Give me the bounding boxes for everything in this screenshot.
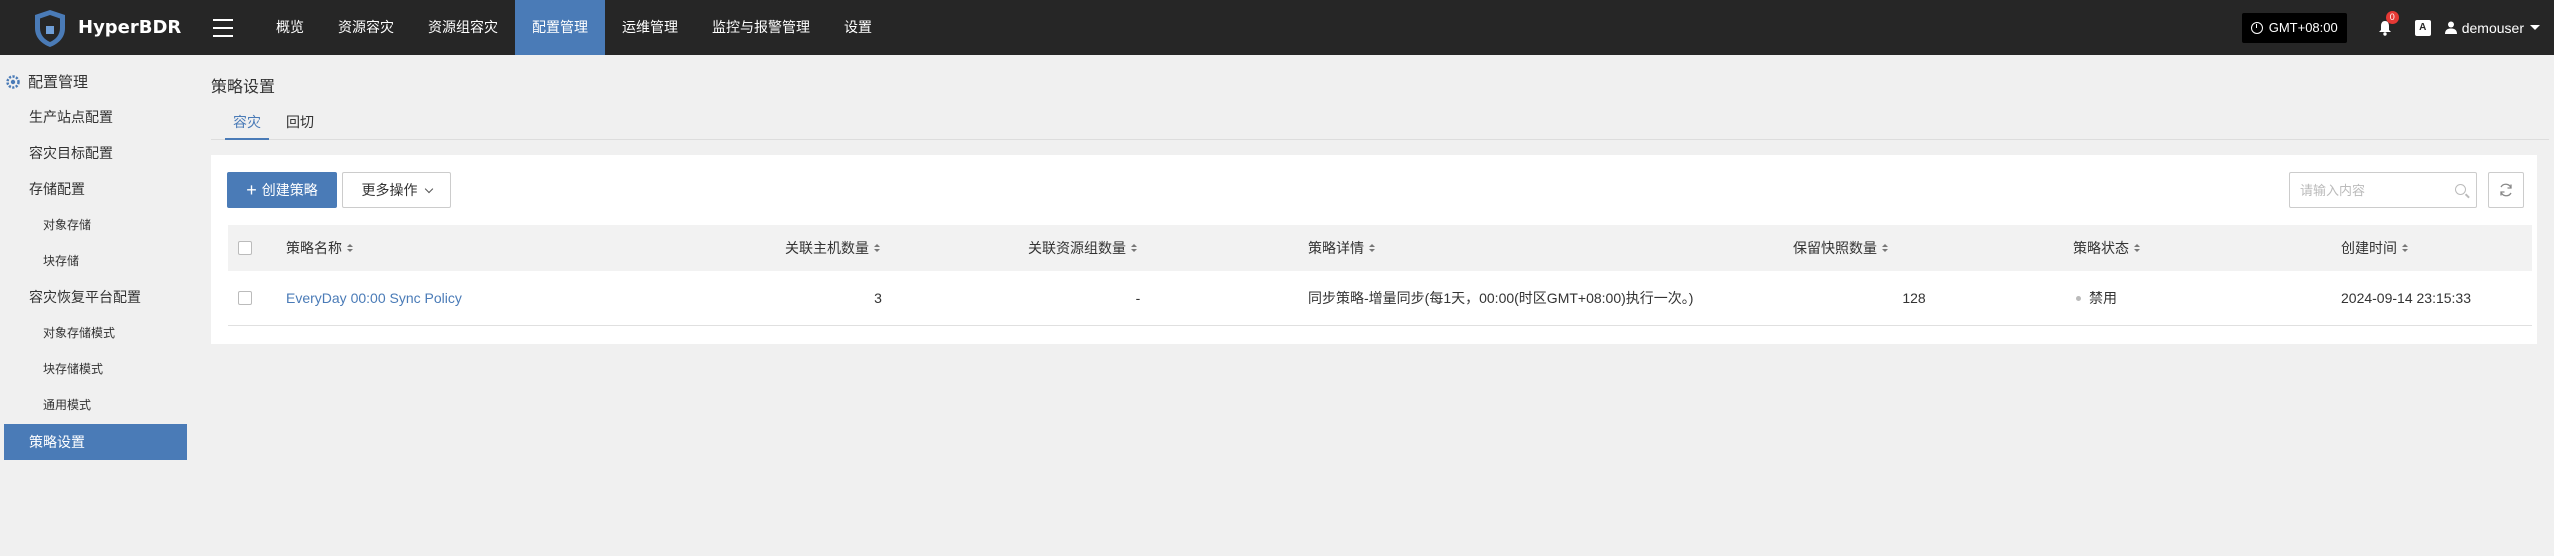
sidebar-item-object-storage-mode[interactable]: 对象存储模式 [4,315,187,351]
sort-icon [2402,244,2408,252]
timezone-button[interactable]: GMT+08:00 [2241,12,2347,43]
row-checkbox[interactable] [238,291,252,305]
sidebar-item-general-mode[interactable]: 通用模式 [4,387,187,423]
sidebar-item-block-storage[interactable]: 块存储 [4,243,187,279]
notification-button[interactable]: 0 [2377,10,2399,36]
sort-icon [2134,244,2140,252]
search-input[interactable] [2290,173,2440,207]
sort-icon [1882,244,1888,252]
host-count: 3 [874,290,882,306]
created-time: 2024-09-14 23:15:33 [2341,290,2471,306]
nav-item-overview[interactable]: 概览 [259,0,321,55]
sidebar: 配置管理 生产站点配置 容灾目标配置 存储配置 对象存储 块存储 容灾恢复平台配… [0,55,192,556]
sidebar-header: 配置管理 [4,71,88,92]
page-title: 策略设置 [211,79,276,96]
column-header-detail[interactable]: 策略详情 [1308,225,1375,271]
user-icon [2444,21,2457,34]
search-box [2289,172,2477,208]
sort-icon [1369,244,1375,252]
policy-name-link[interactable]: EveryDay 00:00 Sync Policy [286,271,462,325]
sidebar-item-object-storage[interactable]: 对象存储 [4,207,187,243]
nav-item-resource-group-dr[interactable]: 资源组容灾 [411,0,515,55]
group-count: - [1135,290,1141,306]
snapshot-count: 128 [1902,290,1926,306]
nav-item-monitoring[interactable]: 监控与报警管理 [695,0,827,55]
policy-detail: 同步策略-增量同步(每1天，00:00(时区GMT+08:00)执行一次。) [1308,290,1694,306]
sort-icon [874,244,880,252]
table-row: EveryDay 00:00 Sync Policy 3 - 同步策略-增量同步… [228,271,2532,326]
username: demouser [2461,19,2524,36]
nav-item-operations[interactable]: 运维管理 [605,0,695,55]
row-select-cell [238,271,252,325]
refresh-icon [2500,183,2512,197]
app-logo[interactable]: HyperBDR [0,8,205,48]
plus-icon: + [246,180,257,200]
tab-bar: 容灾 回切 [211,110,2549,140]
create-policy-button[interactable]: + 创建策略 [227,172,337,208]
sidebar-item-dr-target[interactable]: 容灾目标配置 [4,135,187,171]
column-header-snapshots[interactable]: 保留快照数量 [1793,225,1888,271]
sort-icon [1131,244,1137,252]
sidebar-item-storage-config[interactable]: 存储配置 [4,171,187,207]
nav-item-settings[interactable]: 设置 [827,0,889,55]
language-icon[interactable]: A [2414,19,2431,36]
main-nav: 概览 资源容灾 资源组容灾 配置管理 运维管理 监控与报警管理 设置 [259,0,889,55]
timezone-label: GMT+08:00 [2268,20,2338,35]
notification-badge: 0 [2385,10,2399,24]
create-policy-label: 创建策略 [261,182,318,198]
nav-item-resource-dr[interactable]: 资源容灾 [321,0,411,55]
shield-logo-icon [35,9,65,47]
user-menu[interactable]: demouser [2444,19,2540,36]
sidebar-item-dr-platform[interactable]: 容灾恢复平台配置 [4,279,187,315]
gear-icon [6,74,20,89]
caret-down-icon [2530,25,2540,30]
sidebar-item-policy-settings[interactable]: 策略设置 [4,424,187,460]
more-actions-label: 更多操作 [361,182,418,198]
search-icon[interactable] [2455,184,2466,195]
sort-icon [347,244,353,252]
status-dot-icon [2076,295,2081,301]
select-all-cell [238,225,252,271]
column-header-status[interactable]: 策略状态 [2073,225,2140,271]
top-navbar: HyperBDR 概览 资源容灾 资源组容灾 配置管理 运维管理 监控与报警管理… [0,0,2554,55]
table-header: 策略名称 关联主机数量 关联资源组数量 策略详情 保留快照数量 策略状态 创建时… [228,225,2532,271]
column-header-name[interactable]: 策略名称 [286,225,353,271]
sidebar-header-label: 配置管理 [28,74,89,91]
app-name: HyperBDR [78,17,182,38]
more-actions-button[interactable]: 更多操作 [342,172,451,208]
menu-toggle-icon[interactable] [213,18,233,37]
tab-disaster-recovery[interactable]: 容灾 [225,110,269,140]
tab-failback[interactable]: 回切 [286,110,314,140]
clock-icon [2250,21,2263,34]
column-header-groups[interactable]: 关联资源组数量 [1028,225,1137,271]
status-badge: 禁用 [2076,271,2117,325]
status-label: 禁用 [2089,290,2117,306]
column-header-created[interactable]: 创建时间 [2341,225,2408,271]
chevron-down-icon [424,184,433,193]
nav-item-config-management[interactable]: 配置管理 [515,0,605,55]
sidebar-item-block-storage-mode[interactable]: 块存储模式 [4,351,187,387]
policy-card: + 创建策略 更多操作 策略名称 关联主机数量 关联资源组数量 策略详情 [211,155,2537,344]
refresh-button[interactable] [2488,172,2524,208]
select-all-checkbox[interactable] [238,241,252,255]
column-header-hosts[interactable]: 关联主机数量 [785,225,880,271]
sidebar-item-production-site[interactable]: 生产站点配置 [4,99,187,135]
